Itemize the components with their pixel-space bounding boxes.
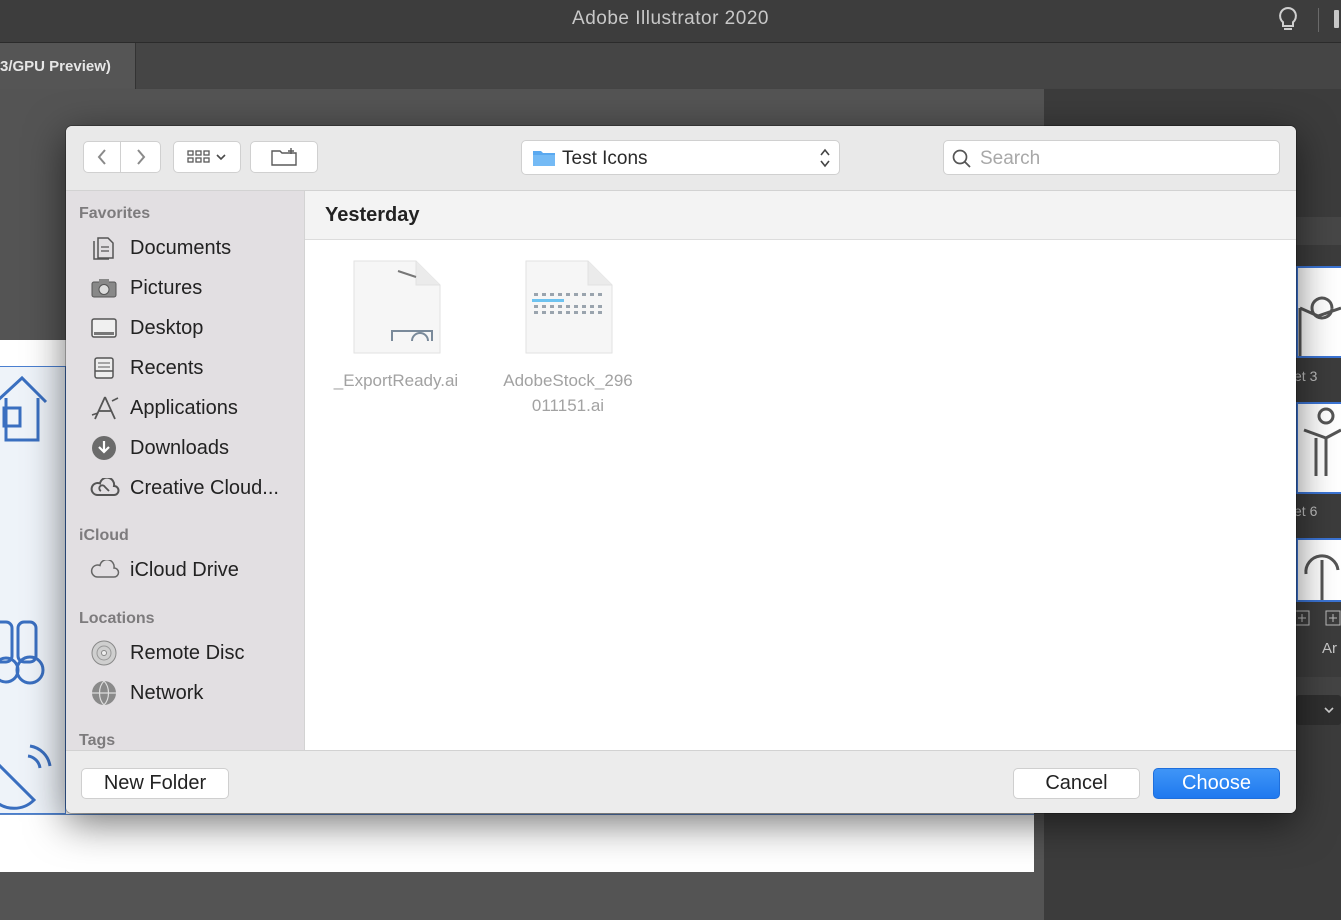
artboard-label-3: et 3 bbox=[1294, 368, 1318, 384]
cloud-icon bbox=[90, 556, 122, 584]
panel-dropdown[interactable] bbox=[1296, 695, 1341, 725]
sidebar-item-downloads[interactable]: Downloads bbox=[90, 430, 300, 466]
dialog-footer: New Folder Cancel Choose bbox=[66, 750, 1296, 813]
artboard-thumb-3[interactable] bbox=[1296, 266, 1341, 362]
applications-icon bbox=[90, 394, 122, 422]
panel-tab-label[interactable]: Ar bbox=[1322, 640, 1337, 657]
chevron-down-icon bbox=[216, 154, 226, 161]
window-title: Adobe Illustrator 2020 bbox=[572, 8, 769, 29]
globe-icon bbox=[90, 679, 122, 707]
document-tab-label: 3/GPU Preview) bbox=[0, 58, 111, 75]
sidebar-item-icloud-drive[interactable]: iCloud Drive bbox=[90, 552, 300, 588]
add-artboard-icon[interactable] bbox=[1325, 610, 1341, 631]
file-item[interactable]: _ExportReady.ai bbox=[311, 259, 481, 393]
icloud-heading: iCloud bbox=[79, 527, 129, 544]
new-artboard-icon[interactable] bbox=[1294, 610, 1310, 631]
sidebar-item-network[interactable]: Network bbox=[90, 675, 300, 711]
sidebar-item-remote-disc[interactable]: Remote Disc bbox=[90, 635, 300, 671]
view-mode-button[interactable] bbox=[173, 141, 241, 173]
favorites-heading: Favorites bbox=[79, 205, 151, 222]
ai-file-icon bbox=[525, 260, 613, 354]
recents-icon bbox=[90, 354, 122, 382]
forward-button[interactable] bbox=[121, 141, 161, 173]
file-browser[interactable]: Yesterday _ExportReady.ai AdobeStock_296… bbox=[305, 191, 1296, 750]
panel-toggle-icon[interactable] bbox=[1334, 10, 1339, 28]
icon-grid-icon bbox=[187, 150, 210, 163]
new-folder-toolbar-button[interactable] bbox=[250, 141, 318, 173]
titlebar-separator bbox=[1318, 8, 1319, 32]
folder-plus-icon bbox=[271, 148, 297, 166]
dialog-sidebar: Favorites Documents Pictures Desktop Rec… bbox=[66, 191, 305, 750]
app-titlebar: Adobe Illustrator 2020 bbox=[0, 0, 1341, 43]
sidebar-item-label: iCloud Drive bbox=[130, 558, 239, 581]
document-tab[interactable]: 3/GPU Preview) bbox=[0, 43, 136, 89]
creative-cloud-icon bbox=[90, 474, 122, 502]
dialog-toolbar: Test Icons bbox=[66, 126, 1296, 191]
sidebar-item-label: Remote Disc bbox=[130, 641, 245, 664]
group-header: Yesterday bbox=[305, 191, 1296, 240]
sidebar-item-recents[interactable]: Recents bbox=[90, 350, 300, 386]
lightbulb-icon[interactable] bbox=[1276, 5, 1300, 40]
sidebar-item-creative-cloud[interactable]: Creative Cloud... bbox=[90, 470, 300, 506]
chevron-right-icon bbox=[136, 149, 145, 165]
document-tabbar: 3/GPU Preview) bbox=[0, 43, 1341, 89]
locations-heading: Locations bbox=[79, 610, 155, 627]
binoculars-icon bbox=[0, 618, 50, 699]
file-name-line-2: 011151.ai bbox=[531, 396, 605, 415]
sidebar-item-label: Pictures bbox=[130, 276, 203, 299]
desktop-icon bbox=[90, 314, 122, 342]
chevron-left-icon bbox=[97, 149, 106, 165]
sidebar-item-label: Network bbox=[130, 681, 204, 704]
choose-button[interactable]: Choose bbox=[1153, 768, 1280, 799]
tags-heading: Tags bbox=[79, 732, 116, 749]
sidebar-item-pictures[interactable]: Pictures bbox=[90, 270, 300, 306]
artboard-thumb-6[interactable] bbox=[1296, 402, 1341, 494]
sidebar-item-documents[interactable]: Documents bbox=[90, 230, 300, 266]
location-label: Test Icons bbox=[562, 148, 648, 169]
folder-icon bbox=[533, 151, 555, 166]
sidebar-item-applications[interactable]: Applications bbox=[90, 390, 300, 426]
open-file-dialog: Test Icons Favorites Documents Pictures … bbox=[66, 126, 1296, 813]
selection-guide bbox=[0, 814, 1034, 815]
cancel-button[interactable]: Cancel bbox=[1013, 768, 1140, 799]
artboard-label-6: et 6 bbox=[1294, 503, 1318, 519]
search-icon bbox=[952, 149, 971, 168]
back-button[interactable] bbox=[83, 141, 121, 173]
artboard-thumb-9[interactable] bbox=[1296, 538, 1341, 602]
file-name-line-1: AdobeStock_296 bbox=[503, 371, 633, 390]
sidebar-item-label: Creative Cloud... bbox=[130, 476, 279, 499]
house-icon bbox=[0, 372, 50, 451]
file-item[interactable]: AdobeStock_296 011151.ai bbox=[483, 259, 653, 418]
search-field[interactable] bbox=[943, 140, 1280, 175]
file-name: _ExportReady.ai bbox=[333, 371, 459, 390]
sidebar-item-label: Desktop bbox=[130, 316, 204, 339]
sidebar-item-label: Documents bbox=[130, 236, 232, 259]
location-popup[interactable]: Test Icons bbox=[521, 140, 840, 175]
search-input[interactable] bbox=[978, 145, 1272, 172]
file-name: AdobeStock_296 011151.ai bbox=[483, 368, 653, 418]
disc-icon bbox=[90, 639, 122, 667]
new-folder-button[interactable]: New Folder bbox=[81, 768, 229, 799]
group-header-label: Yesterday bbox=[325, 204, 420, 226]
sidebar-item-label: Downloads bbox=[130, 436, 229, 459]
sidebar-item-label: Recents bbox=[130, 356, 204, 379]
download-icon bbox=[90, 434, 122, 462]
sidebar-item-label: Applications bbox=[130, 396, 238, 419]
documents-icon bbox=[90, 234, 122, 262]
chevron-down-icon bbox=[1324, 707, 1334, 714]
sidebar-item-desktop[interactable]: Desktop bbox=[90, 310, 300, 346]
ai-file-icon bbox=[353, 260, 441, 354]
camera-icon bbox=[90, 274, 122, 302]
updown-chevron-icon bbox=[820, 148, 830, 168]
satellite-dish-icon bbox=[0, 740, 52, 815]
